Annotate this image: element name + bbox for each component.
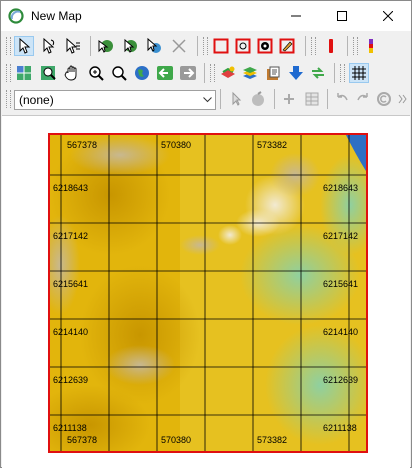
y-label-right: 6218643 (323, 183, 359, 193)
paint-tool-icon[interactable] (248, 89, 268, 109)
toolbar-grip[interactable] (6, 90, 11, 108)
toolbar-grip[interactable] (311, 37, 316, 55)
toolbar-separator (305, 36, 306, 56)
y-label-left: 6218643 (53, 183, 89, 193)
toolbar-separator (220, 89, 221, 109)
toolbar-separator (334, 63, 335, 83)
app-logo-icon (8, 8, 24, 24)
toolbar-grip[interactable] (353, 37, 358, 55)
maximize-button[interactable] (319, 1, 365, 31)
select-lasso-icon[interactable] (38, 36, 58, 56)
y-label-right: 6212639 (323, 375, 359, 385)
layer-stack-icon[interactable] (240, 63, 260, 83)
grip-icon[interactable] (395, 89, 409, 109)
toolbar-separator (204, 63, 205, 83)
x-label-top: 573382 (257, 140, 288, 150)
toolbar-grip[interactable] (203, 37, 208, 55)
back-arrow-icon[interactable] (155, 63, 175, 83)
close-button[interactable] (365, 1, 411, 31)
x-label-top: 570380 (161, 140, 192, 150)
copy-icon[interactable] (374, 89, 394, 109)
red-bar-icon[interactable] (321, 36, 341, 56)
x-label-bottom: 573382 (257, 435, 288, 445)
select-multi-icon[interactable] (62, 36, 82, 56)
layer-select-value: (none) (19, 93, 54, 107)
map-canvas[interactable]: 567378 570380 573382 567378 570380 57338… (2, 115, 410, 468)
coordinate-grid (50, 135, 366, 451)
toolbar-row-1 (1, 34, 411, 58)
minimize-button[interactable] (273, 1, 319, 31)
grid-icon[interactable] (349, 63, 369, 83)
x-label-bottom: 567378 (67, 435, 98, 445)
close-icon (383, 11, 393, 21)
toolbar-grip[interactable] (340, 64, 345, 82)
toolbar-separator (274, 89, 275, 109)
y-label-left: 6212639 (53, 375, 89, 385)
colorbar-icon[interactable] (361, 36, 381, 56)
frame-gear-icon[interactable] (255, 36, 275, 56)
x-label-bottom: 570380 (161, 435, 192, 445)
toolbar-separator (90, 36, 91, 56)
frame-edit-icon[interactable] (277, 36, 297, 56)
toolbar-separator (197, 36, 198, 56)
full-extent-globe-icon[interactable] (132, 63, 152, 83)
zoom-in-icon[interactable] (86, 63, 106, 83)
refresh-arrows-icon[interactable] (308, 63, 328, 83)
add-data-icon[interactable] (218, 63, 238, 83)
y-label-left: 6215641 (53, 279, 89, 289)
maximize-icon (337, 11, 347, 21)
toolbar-grip[interactable] (6, 37, 11, 55)
undo-icon[interactable] (332, 89, 352, 109)
identify-arrow-icon[interactable] (120, 36, 140, 56)
select-arrow-icon[interactable] (14, 36, 34, 56)
x-label-top: 567378 (67, 140, 98, 150)
y-label-right: 6211138 (323, 423, 357, 433)
download-arrow-icon[interactable] (286, 63, 306, 83)
identify-feature-icon[interactable] (144, 36, 164, 56)
table-icon[interactable] (302, 89, 322, 109)
window-title: New Map (31, 9, 82, 23)
map-frame[interactable]: 567378 570380 573382 567378 570380 57338… (48, 133, 368, 453)
map-window: New Map (none) 567378 570380 573382 5673… (0, 0, 412, 468)
forward-arrow-icon[interactable] (178, 63, 198, 83)
y-label-left: 6211138 (53, 423, 87, 433)
clipboard-icon[interactable] (263, 63, 283, 83)
y-label-left: 6217142 (53, 231, 89, 241)
y-label-right: 6214140 (323, 327, 359, 337)
pan-hand-icon[interactable] (62, 63, 82, 83)
toolbar-separator (347, 36, 348, 56)
title-bar: New Map (1, 1, 411, 31)
zoom-out-icon[interactable] (109, 63, 129, 83)
chevron-down-icon[interactable] (199, 91, 215, 109)
toolbar-grip[interactable] (210, 64, 215, 82)
y-label-right: 6217142 (323, 231, 359, 241)
y-label-right: 6215641 (323, 279, 359, 289)
toolbar-grip[interactable] (6, 64, 11, 82)
layer-select[interactable]: (none) (14, 90, 216, 110)
minimize-icon (291, 15, 301, 17)
identify-globe-icon[interactable] (96, 36, 116, 56)
frame-zoom-icon[interactable] (233, 36, 253, 56)
plus-icon[interactable] (279, 89, 299, 109)
layers-grid-icon[interactable] (14, 63, 34, 83)
toolbar-separator (327, 89, 328, 109)
delete-x-icon[interactable] (169, 36, 189, 56)
select-tool-icon[interactable] (226, 89, 246, 109)
toolbar-row-2 (1, 61, 411, 85)
zoom-window-icon[interactable] (38, 63, 58, 83)
redo-icon[interactable] (353, 89, 373, 109)
frame-square-icon[interactable] (211, 36, 231, 56)
y-label-left: 6214140 (53, 327, 89, 337)
